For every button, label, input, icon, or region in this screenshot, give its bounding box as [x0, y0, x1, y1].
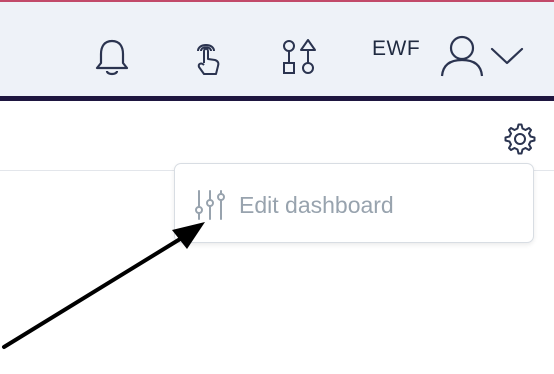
- annotation-arrow: [2, 222, 205, 349]
